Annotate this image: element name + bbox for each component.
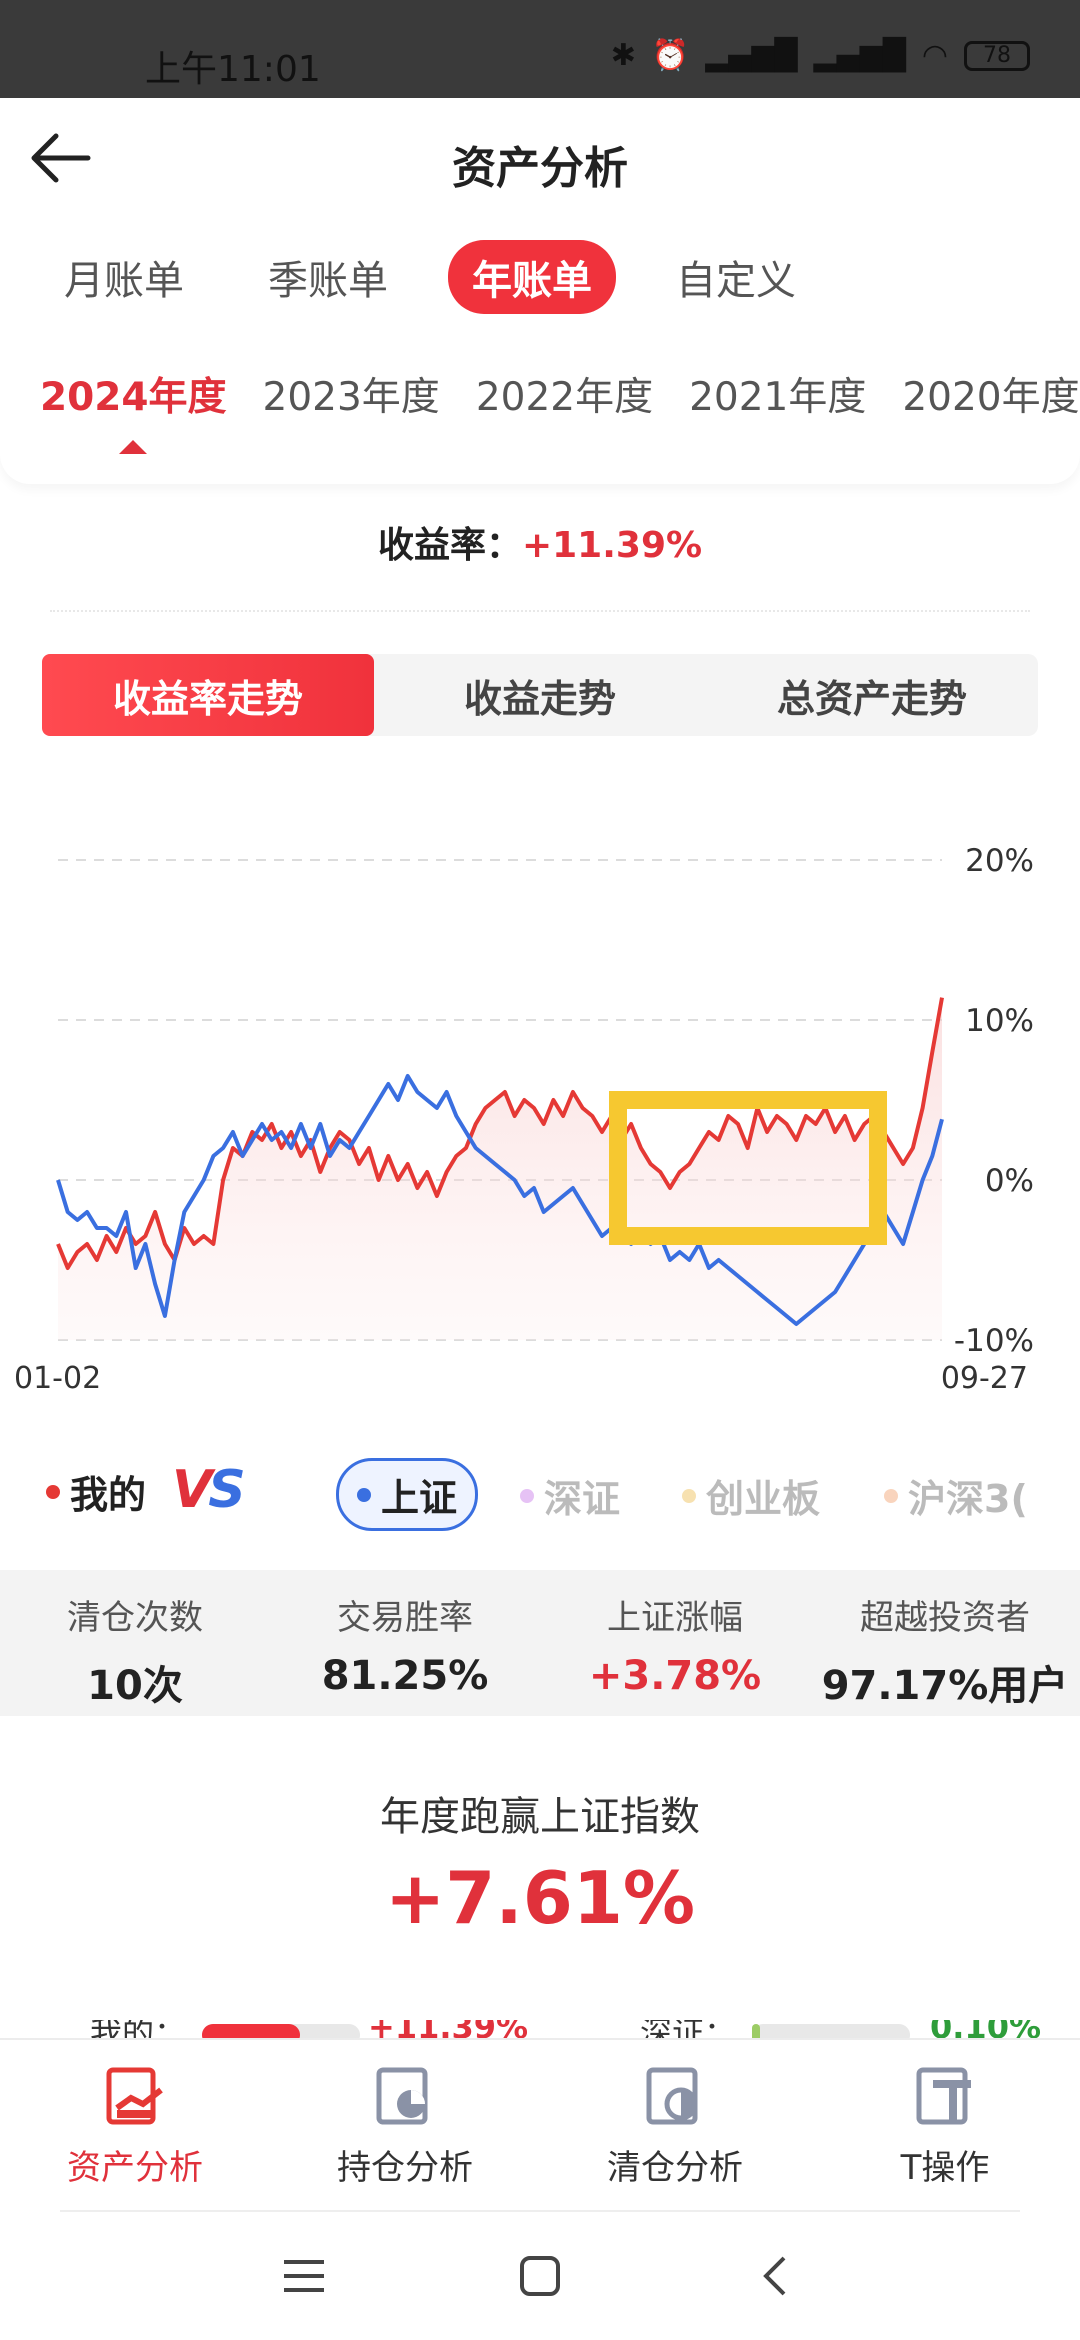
trend-tabs: 收益率走势 收益走势 总资产走势 xyxy=(42,654,1038,736)
nav-asset-analysis[interactable]: 资产分析 xyxy=(0,2040,270,2212)
nav-label: T操作 xyxy=(900,2148,990,2188)
holding-analysis-icon xyxy=(376,2067,428,2125)
asset-analysis-icon xyxy=(106,2067,163,2125)
index-shenzhen[interactable]: 深证 xyxy=(520,1468,620,1523)
compare-bar-fill xyxy=(202,2024,300,2038)
return-chart-svg: 20% 10% 0% -10% 01-02 09-27 xyxy=(14,843,1034,1396)
back-icon[interactable] xyxy=(746,2248,806,2304)
tab-year-2020[interactable]: 2020年度 xyxy=(902,366,1079,422)
x-tick-label: 01-02 xyxy=(14,1361,101,1396)
wifi-icon: ◠ xyxy=(921,38,948,73)
status-icons: ✱ ⏰ ▂▄▆█ ▂▄▆█ ◠ 78 xyxy=(611,38,1030,73)
nav-t-operation[interactable]: T操作 xyxy=(810,2040,1080,2212)
y-tick-label: 10% xyxy=(965,1003,1034,1039)
compare-bars: 我的： +11.39% 深证： 0.10% xyxy=(0,2020,1080,2038)
vs-letter-v: V xyxy=(172,1460,212,1520)
return-chart[interactable]: 20% 10% 0% -10% 01-02 09-27 xyxy=(0,770,1080,1410)
tab-year-2022[interactable]: 2022年度 xyxy=(476,366,653,422)
tab-total-assets-trend[interactable]: 总资产走势 xyxy=(706,654,1038,736)
return-label: 收益率： xyxy=(377,525,522,566)
vs-letter-s: S xyxy=(208,1460,246,1520)
stat-value: +3.78% xyxy=(588,1653,762,1699)
menu-icon[interactable] xyxy=(274,2248,334,2304)
compare-bar-shenzhen xyxy=(752,2024,910,2038)
beat-title: 年度跑赢上证指数 xyxy=(380,1794,700,1840)
signal-icon: ▂▄▆█ xyxy=(705,38,798,73)
t-operation-icon xyxy=(916,2067,971,2125)
tab-quarterly[interactable]: 季账单 xyxy=(244,240,412,314)
y-tick-label: 20% xyxy=(965,843,1034,879)
stat-label: 上证涨幅 xyxy=(607,1598,743,1638)
period-tabs: 月账单 季账单 年账单 自定义 xyxy=(40,240,820,314)
compare-bar-value: +11.39% xyxy=(368,2020,528,2038)
tab-custom[interactable]: 自定义 xyxy=(652,240,820,314)
alarm-icon: ⏰ xyxy=(651,38,690,73)
x-tick-label: 09-27 xyxy=(941,1361,1028,1396)
y-tick-label: -10% xyxy=(954,1323,1034,1359)
signal-icon-2: ▂▄▆█ xyxy=(813,38,906,73)
index-chinext[interactable]: 创业板 xyxy=(682,1468,820,1523)
system-nav xyxy=(0,2212,1080,2340)
tab-year-2021[interactable]: 2021年度 xyxy=(689,366,866,422)
shanghai-dot xyxy=(357,1487,371,1502)
stat-value: 81.25% xyxy=(321,1653,489,1699)
compare-bar-label: 深证： xyxy=(640,2020,736,2038)
battery-icon: 78 xyxy=(964,40,1030,71)
index-shanghai[interactable]: 上证 xyxy=(336,1458,479,1531)
index-hs300[interactable]: 沪深3( xyxy=(884,1468,1080,1523)
tab-year-2024[interactable]: 2024年度 xyxy=(40,366,227,422)
year-tabs: 2024年度 2023年度 2022年度 2021年度 2020年度 xyxy=(40,366,1080,422)
stat-clear-count: 清仓次数 10次 xyxy=(0,1570,270,1716)
nav-holding-analysis[interactable]: 持仓分析 xyxy=(270,2040,540,2212)
stat-value: 97.17%用户 xyxy=(821,1663,1069,1709)
stat-label: 超越投资者 xyxy=(860,1598,1030,1638)
tab-monthly[interactable]: 月账单 xyxy=(40,240,208,314)
divider xyxy=(50,610,1030,612)
tab-yearly[interactable]: 年账单 xyxy=(448,240,616,314)
stats-band: 清仓次数 10次 交易胜率 81.25% 上证涨幅 +3.78% 超越投资者 9… xyxy=(0,1570,1080,1716)
stat-shanghai-gain: 上证涨幅 +3.78% xyxy=(540,1570,810,1716)
stat-label: 清仓次数 xyxy=(67,1598,203,1638)
shanghai-label: 上证 xyxy=(381,1476,458,1520)
nav-label: 清仓分析 xyxy=(607,2148,743,2188)
vs-badge: VS xyxy=(172,1460,246,1520)
legend-mine: 我的 xyxy=(46,1464,146,1519)
compare-bar-fill xyxy=(752,2024,760,2038)
status-bar: 上午11:01 ✱ ⏰ ▂▄▆█ ▂▄▆█ ◠ 78 xyxy=(0,0,1080,98)
page-title: 资产分析 xyxy=(452,143,628,194)
chinext-dot xyxy=(682,1488,696,1503)
chinext-label: 创业板 xyxy=(706,1477,821,1521)
stat-value: 10次 xyxy=(87,1663,183,1709)
mine-label: 我的 xyxy=(70,1473,147,1517)
y-tick-label: 0% xyxy=(985,1163,1034,1199)
nav-label: 资产分析 xyxy=(67,2148,203,2188)
compare-bar-value: 0.10% xyxy=(930,2020,1041,2038)
hs300-label: 沪深3( xyxy=(908,1477,1028,1521)
bottom-nav: 资产分析 持仓分析 清仓分析 T操作 xyxy=(0,2038,1080,2212)
clearance-analysis-icon xyxy=(646,2067,698,2125)
stat-win-rate: 交易胜率 81.25% xyxy=(270,1570,540,1716)
tab-return-rate-trend[interactable]: 收益率走势 xyxy=(42,654,374,736)
beat-value: +7.61% xyxy=(384,1856,696,1940)
stat-beat-investors: 超越投资者 97.17%用户 xyxy=(810,1570,1080,1716)
status-time: 上午11:01 xyxy=(145,49,321,90)
stat-label: 交易胜率 xyxy=(337,1598,473,1638)
bluetooth-icon: ✱ xyxy=(610,38,636,73)
hs300-dot xyxy=(884,1488,898,1503)
home-icon[interactable] xyxy=(510,2248,570,2304)
return-summary: 收益率：+11.39% xyxy=(0,516,1080,568)
shenzhen-label: 深证 xyxy=(544,1477,621,1521)
mine-dot xyxy=(46,1484,60,1499)
return-value: +11.39% xyxy=(521,525,703,566)
compare-bar-label: 我的： xyxy=(90,2020,186,2038)
tab-profit-trend[interactable]: 收益走势 xyxy=(374,654,706,736)
compare-bar-mine xyxy=(202,2024,360,2038)
tab-year-2023[interactable]: 2023年度 xyxy=(263,366,440,422)
shenzhen-dot xyxy=(520,1488,534,1503)
nav-clearance-analysis[interactable]: 清仓分析 xyxy=(540,2040,810,2212)
nav-label: 持仓分析 xyxy=(337,2148,473,2188)
header: 资产分析 月账单 季账单 年账单 自定义 2024年度 2023年度 2022年… xyxy=(0,98,1080,484)
compare-row: 我的 VS 上证 深证 创业板 沪深3( xyxy=(0,1458,1080,1540)
